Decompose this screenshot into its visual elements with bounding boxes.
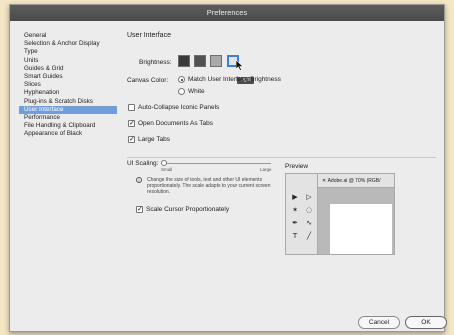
auto-collapse-checkbox[interactable] (128, 104, 135, 111)
ui-scaling-slider-thumb[interactable] (161, 160, 167, 166)
preview-document-title: Adobe.ai @ 70% (RGB/ (327, 178, 381, 184)
preview-panel: ▶ ▷ ✶ ◌ ✒ ∿ T ╱ ✕ Adobe.ai @ 70% (RGB/ (285, 173, 395, 255)
ok-button[interactable]: OK (405, 316, 447, 329)
ui-scaling-label: UI Scaling: (127, 160, 159, 167)
direct-selection-tool-icon: ▷ (306, 193, 312, 201)
open-docs-tabs-label: Open Documents As Tabs (138, 120, 214, 127)
sidebar-item-slices[interactable]: Slices (19, 81, 117, 89)
scale-small-label: Small (161, 167, 173, 172)
ui-scaling-track[interactable] (167, 163, 271, 164)
pointer-cursor-icon (236, 60, 244, 71)
canvas-option-match[interactable]: Match User Interface Brightness (178, 76, 281, 83)
canvas-white-radio[interactable] (178, 88, 185, 95)
sidebar-item-guides-grid[interactable]: Guides & Grid (19, 65, 117, 73)
canvas-match-label: Match User Interface Brightness (188, 76, 281, 83)
brightness-medium-light-swatch[interactable] (210, 55, 222, 67)
sidebar-item-file-handling-clipboard[interactable]: File Handling & Clipboard (19, 122, 117, 130)
brightness-medium-dark-swatch[interactable] (194, 55, 206, 67)
auto-collapse-option[interactable]: Auto-Collapse Iconic Panels (128, 104, 219, 111)
preferences-dialog: Preferences General Selection & Anchor D… (9, 4, 447, 332)
sidebar: General Selection & Anchor Display Type … (19, 32, 117, 138)
canvas-match-radio[interactable] (178, 76, 185, 83)
magic-wand-tool-icon: ✶ (292, 206, 298, 214)
line-tool-icon: ╱ (306, 232, 312, 240)
curvature-tool-icon: ∿ (306, 219, 312, 227)
sidebar-item-appearance-of-black[interactable]: Appearance of Black (19, 130, 117, 138)
auto-collapse-label: Auto-Collapse Iconic Panels (138, 104, 220, 111)
canvas-option-white[interactable]: White (178, 88, 205, 95)
open-docs-tabs-option[interactable]: Open Documents As Tabs (128, 119, 214, 127)
sidebar-item-performance[interactable]: Performance (19, 114, 117, 122)
scale-cursor-label: Scale Cursor Proportionately (146, 206, 230, 213)
sidebar-item-type[interactable]: Type (19, 48, 117, 56)
preview-artboard (330, 204, 392, 254)
brightness-label: Brightness: (139, 59, 172, 66)
canvas-white-label: White (188, 88, 205, 95)
lasso-tool-icon: ◌ (305, 206, 313, 214)
section-title: User Interface (127, 32, 171, 39)
sidebar-item-plugins-scratch-disks[interactable]: Plug-ins & Scratch Disks (19, 98, 117, 106)
window-title: Preferences (10, 5, 444, 21)
sidebar-item-selection-anchor-display[interactable]: Selection & Anchor Display (19, 40, 117, 48)
sidebar-item-user-interface[interactable]: User Interface (19, 105, 117, 114)
large-tabs-checkbox[interactable] (128, 135, 135, 143)
section-divider (127, 157, 436, 158)
cancel-button[interactable]: Cancel (358, 316, 400, 329)
sidebar-item-general[interactable]: General (19, 32, 117, 40)
scale-cursor-option[interactable]: Scale Cursor Proportionately (136, 205, 230, 213)
canvas-color-label: Canvas Color: (127, 77, 169, 84)
open-docs-tabs-checkbox[interactable] (128, 119, 135, 127)
sidebar-item-hyphenation[interactable]: Hyphenation (19, 89, 117, 97)
sidebar-item-units[interactable]: Units (19, 57, 117, 65)
ui-scaling-info: Change the size of tools, text and other… (147, 177, 271, 195)
large-tabs-label: Large Tabs (138, 136, 171, 143)
scale-large-label: Large (260, 167, 272, 172)
large-tabs-option[interactable]: Large Tabs (128, 135, 171, 143)
main-panel: User Interface Brightness: Light Canvas … (123, 32, 447, 331)
sidebar-item-smart-guides[interactable]: Smart Guides (19, 73, 117, 81)
brightness-dark-swatch[interactable] (178, 55, 190, 67)
preview-document-tab: ✕ Adobe.ai @ 70% (RGB/ (318, 174, 394, 188)
selection-tool-icon: ▶ (292, 193, 298, 201)
type-tool-icon: T (292, 232, 298, 240)
preview-label: Preview (285, 163, 309, 170)
pen-tool-icon: ✒ (292, 219, 298, 227)
preview-tools-panel: ▶ ▷ ✶ ◌ ✒ ∿ T ╱ (286, 174, 318, 254)
scale-cursor-checkbox[interactable] (136, 205, 143, 213)
info-icon: i (136, 177, 142, 183)
